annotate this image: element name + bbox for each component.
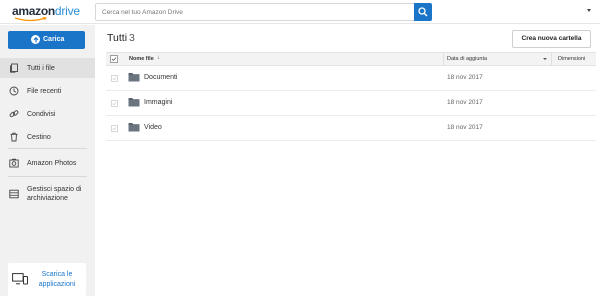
column-header-date[interactable]: Data di aggiunta: [447, 56, 487, 62]
sidebar: Carica Tutti i file File recenti Condivi…: [0, 25, 95, 296]
row-checkbox-icon[interactable]: [111, 75, 118, 82]
table-header: Nome file ↓ Data di aggiunta Dimensioni: [106, 52, 596, 66]
logo-word-amazon: amazon: [12, 4, 55, 18]
sidebar-divider: [8, 148, 87, 149]
logo-word-drive: drive: [54, 4, 80, 18]
upload-arrow-icon: [31, 35, 40, 44]
logo-smile-icon: [14, 17, 47, 22]
download-apps-link[interactable]: Scarica le applicazioni: [8, 263, 86, 296]
sidebar-item-trash[interactable]: Cestino: [0, 127, 95, 147]
file-name[interactable]: Immagini: [144, 99, 172, 106]
files-icon: [10, 63, 18, 73]
row-checkbox-icon[interactable]: [111, 100, 118, 107]
folder-icon: [128, 98, 140, 107]
search-input[interactable]: Cerca nel tuo Amazon Drive: [95, 3, 415, 21]
select-all-checkbox-icon[interactable]: [110, 55, 118, 63]
file-date: 18 nov 2017: [447, 99, 483, 106]
photos-icon: [9, 158, 19, 168]
upload-button[interactable]: Carica: [8, 31, 85, 49]
search-icon: [418, 7, 428, 17]
sort-arrow-down-icon[interactable]: ↓: [157, 55, 160, 61]
sidebar-item-manage-storage[interactable]: Gestisci spazio di archiviazione: [0, 181, 95, 209]
table-row[interactable]: Documenti 18 nov 2017: [106, 66, 596, 91]
clock-icon: [9, 86, 19, 96]
sidebar-item-label: File recenti: [27, 88, 62, 95]
file-date: 18 nov 2017: [447, 124, 483, 131]
table-row[interactable]: Video 18 nov 2017: [106, 116, 596, 141]
file-name[interactable]: Video: [144, 124, 162, 131]
column-header-name[interactable]: Nome file: [129, 56, 154, 62]
search-button[interactable]: [414, 3, 432, 21]
table-row[interactable]: Immagini 18 nov 2017: [106, 91, 596, 116]
top-bar: amazondrive Cerca nel tuo Amazon Drive: [0, 0, 600, 24]
storage-icon: [9, 189, 19, 199]
create-folder-button[interactable]: Crea nuova cartella: [512, 30, 591, 48]
sidebar-divider: [8, 176, 87, 177]
sidebar-item-recent-files[interactable]: File recenti: [0, 81, 95, 101]
folder-icon: [128, 123, 140, 132]
download-apps-label: Scarica le applicazioni: [38, 271, 76, 288]
folder-icon: [128, 73, 140, 82]
file-name[interactable]: Documenti: [144, 74, 177, 81]
item-count: 3: [129, 32, 135, 44]
page-title: Tutti: [107, 32, 128, 44]
sidebar-item-label: Gestisci spazio di archiviazione: [27, 186, 82, 202]
trash-icon: [10, 132, 18, 142]
date-column-dropdown-icon[interactable]: [543, 58, 547, 60]
link-icon: [9, 110, 19, 118]
column-divider: [551, 53, 552, 65]
sidebar-item-label: Condivisi: [27, 111, 56, 118]
sidebar-item-label: Amazon Photos: [27, 160, 77, 167]
sidebar-item-all-files[interactable]: Tutti i file: [0, 58, 95, 78]
devices-icon: [12, 273, 28, 285]
sidebar-item-amazon-photos[interactable]: Amazon Photos: [0, 153, 95, 173]
sidebar-item-label: Cestino: [27, 134, 51, 141]
sidebar-item-label: Tutti i file: [27, 65, 55, 72]
upload-button-label: Carica: [43, 36, 65, 43]
account-menu-caret-icon[interactable]: [587, 9, 591, 12]
row-checkbox-icon[interactable]: [111, 125, 118, 132]
main-content: Tutti 3 Crea nuova cartella Nome file ↓ …: [95, 25, 600, 296]
sidebar-item-shared[interactable]: Condivisi: [0, 104, 95, 124]
column-header-size[interactable]: Dimensioni: [558, 56, 585, 62]
amazon-drive-logo[interactable]: amazondrive: [12, 4, 80, 22]
file-date: 18 nov 2017: [447, 74, 483, 81]
column-divider: [443, 53, 444, 65]
